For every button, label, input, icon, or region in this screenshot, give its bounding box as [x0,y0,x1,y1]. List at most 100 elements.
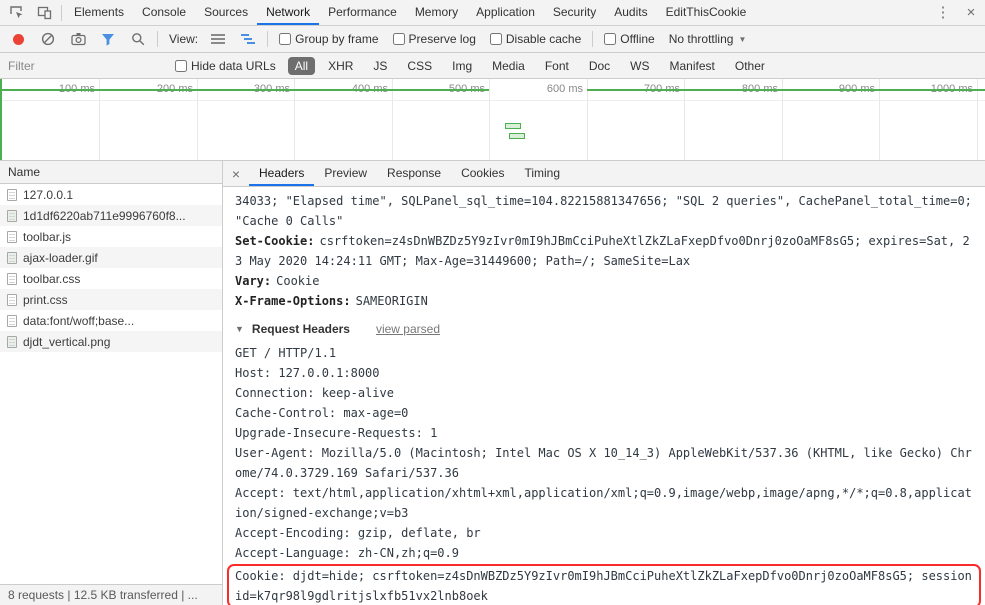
filter-input[interactable] [8,56,163,75]
details-tab-headers[interactable]: Headers [249,161,315,186]
details-tab-cookies[interactable]: Cookies [451,161,514,186]
tab-application[interactable]: Application [467,0,544,25]
request-name: toolbar.js [23,229,72,244]
clear-button[interactable] [34,27,62,52]
request-name: 1d1df6220ab711e9996760f8... [23,208,186,223]
raw-request-header-line: Accept-Encoding: gzip, deflate, br [235,526,481,540]
overview-request-bar [509,133,525,139]
filter-type-ws[interactable]: WS [623,57,656,75]
record-network-log-button[interactable] [4,27,32,52]
filter-type-other[interactable]: Other [728,57,772,75]
devtools-tabbar: Elements Console Sources Network Perform… [0,0,985,26]
tab-security[interactable]: Security [544,0,605,25]
cookie-highlight-annotation: Cookie: djdt=hide; csrftoken=z4sDnWBZDz5… [227,564,981,605]
record-icon [12,33,24,45]
disclosure-triangle-icon[interactable]: ▼ [235,319,244,339]
preserve-log-option: Preserve log [392,32,476,46]
device-toolbar-button[interactable] [30,0,58,25]
filter-type-css[interactable]: CSS [400,57,439,75]
timeline-gridline [879,79,880,160]
request-row[interactable]: toolbar.css [0,268,222,289]
details-close-button[interactable]: × [223,161,249,186]
inspect-element-button[interactable] [2,0,30,25]
hide-data-urls-checkbox[interactable] [175,59,187,72]
tab-memory[interactable]: Memory [406,0,467,25]
tab-elements[interactable]: Elements [65,0,133,25]
request-name: print.css [23,292,68,307]
request-row[interactable]: data:font/woff;base... [0,310,222,331]
font-icon [7,314,17,327]
network-main-area: Name 127.0.0.1 1d1df6220ab711e9996760f8.… [0,161,985,605]
response-header-line: Vary: Cookie [235,271,973,291]
request-row[interactable]: print.css [0,289,222,310]
details-tab-timing[interactable]: Timing [514,161,570,186]
camera-icon [70,33,86,46]
disable-cache-label: Disable cache [505,32,582,46]
request-row[interactable]: 1d1df6220ab711e9996760f8... [0,205,222,226]
hide-data-urls-label: Hide data URLs [191,58,276,73]
image-icon [7,335,17,348]
tab-network[interactable]: Network [257,0,320,25]
filter-type-xhr[interactable]: XHR [321,57,360,75]
preserve-log-checkbox[interactable] [392,33,405,45]
response-header-line: Set-Cookie: csrftoken=z4sDnWBZDz5Y9zIvr0m… [235,231,973,271]
devtools-close-button[interactable]: × [957,0,985,25]
tab-console[interactable]: Console [133,0,195,25]
preserve-log-label: Preserve log [408,32,476,46]
timeline-event-line [0,79,2,160]
request-row[interactable]: toolbar.js [0,226,222,247]
filter-type-manifest[interactable]: Manifest [663,57,722,75]
header-name: X-Frame-Options: [235,294,351,308]
search-button[interactable] [124,27,152,52]
header-value: SAMEORIGIN [355,294,428,308]
disable-cache-checkbox[interactable] [489,33,502,45]
stylesheet-icon [7,272,17,285]
filter-type-js[interactable]: JS [366,57,394,75]
timeline-load-line-right [587,89,985,91]
offline-option: Offline [604,32,655,46]
throttling-select[interactable]: No throttling ▼ [669,32,747,46]
request-row[interactable]: djdt_vertical.png [0,331,222,352]
capture-screenshots-button[interactable] [64,27,92,52]
name-column-label: Name [8,165,41,179]
cookie-header-line: Cookie: djdt=hide; csrftoken=z4sDnWBZDz5… [235,569,972,603]
name-column-header[interactable]: Name [0,161,222,184]
filter-toggle-button[interactable] [94,27,122,52]
tab-performance[interactable]: Performance [319,0,406,25]
headers-panel-content[interactable]: 34033; "Elapsed time", SQLPanel_sql_time… [223,187,985,605]
timeline-gridline [197,79,198,160]
filter-type-font[interactable]: Font [538,57,576,75]
filter-type-img[interactable]: Img [445,57,479,75]
filter-type-media[interactable]: Media [485,57,532,75]
filter-type-all[interactable]: All [287,56,316,75]
network-overview-timeline[interactable]: 100 ms 200 ms 300 ms 400 ms 500 ms 600 m… [0,79,985,161]
tab-sources[interactable]: Sources [195,0,257,25]
request-row[interactable]: ajax-loader.gif [0,247,222,268]
tab-editthiscookie[interactable]: EditThisCookie [657,0,756,25]
offline-checkbox[interactable] [604,33,617,45]
view-label: View: [169,32,199,46]
details-tab-response[interactable]: Response [377,161,451,186]
filter-type-doc[interactable]: Doc [582,57,617,75]
header-name: Vary: [235,274,272,288]
timeline-ruler-separator [0,100,985,101]
kebab-menu-icon: ⋮ [935,4,951,21]
overview-request-bar [505,123,521,129]
divider [157,31,158,47]
tab-audits[interactable]: Audits [605,0,656,25]
view-large-rows-button[interactable] [204,27,232,52]
timeline-gridline [684,79,685,160]
chevron-down-icon: ▼ [738,34,747,44]
header-name: Set-Cookie: [235,234,315,248]
view-parsed-link[interactable]: view parsed [376,319,440,339]
devtools-menu-button[interactable]: ⋮ [929,0,957,25]
group-by-frame-checkbox[interactable] [279,33,292,45]
raw-request-header-line: GET / HTTP/1.1 [235,346,337,360]
disable-cache-option: Disable cache [489,32,582,46]
timeline-gridline [587,79,588,160]
details-tab-preview[interactable]: Preview [314,161,377,186]
request-headers-section-header[interactable]: ▼ Request Headers view parsed [235,319,973,339]
show-overview-button[interactable] [234,27,262,52]
request-row[interactable]: 127.0.0.1 [0,184,222,205]
header-value: csrftoken=z4sDnWBZDz5Y9zIvr0mI9hJBmCciPu… [235,234,970,268]
